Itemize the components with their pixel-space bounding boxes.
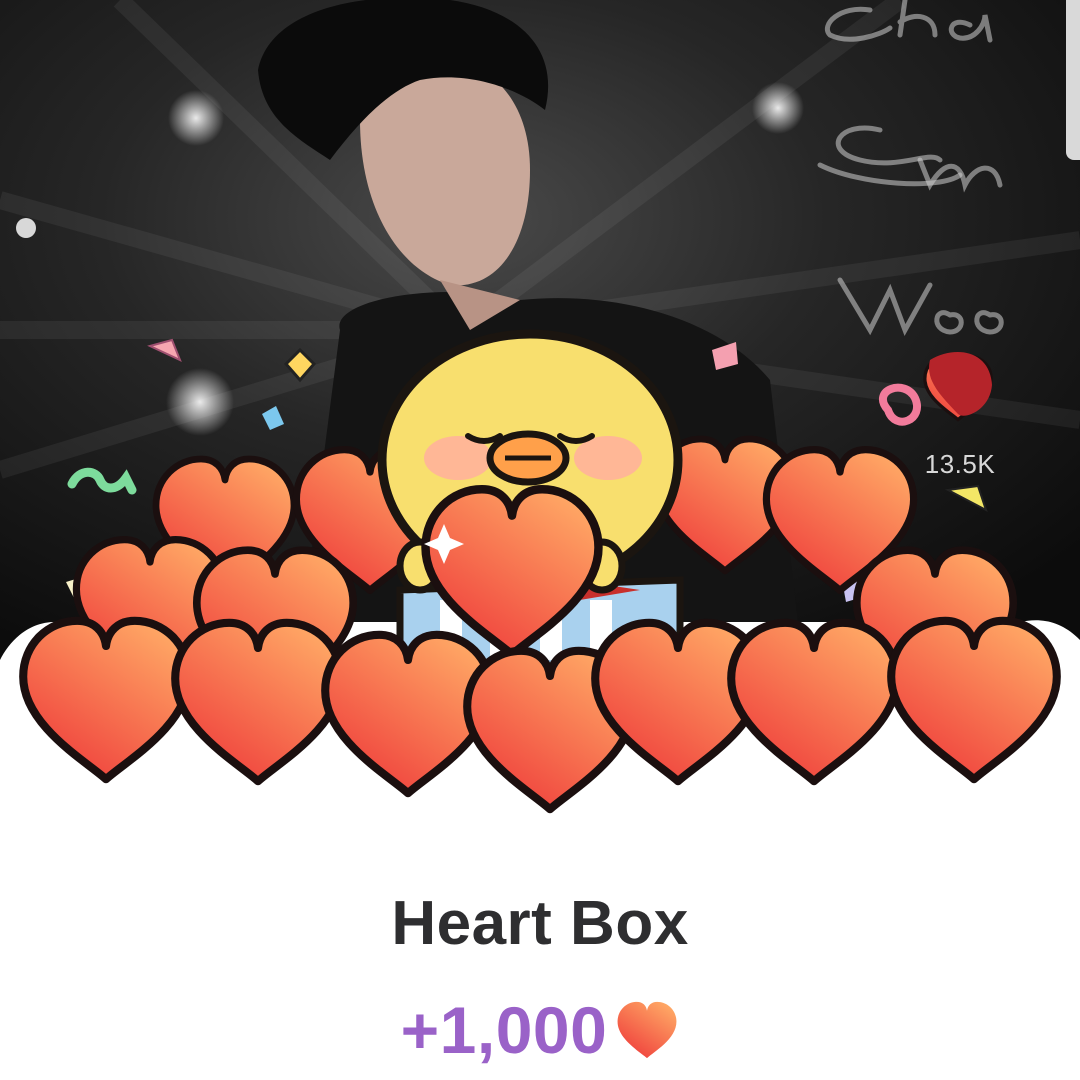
like-count: 13.5K	[925, 449, 996, 479]
heart-icon	[617, 1001, 677, 1059]
scrollbar-thumb[interactable]	[1066, 0, 1080, 160]
reward-amount: +1,000	[400, 993, 608, 1067]
reward-amount-row: +1,000	[0, 990, 1080, 1070]
reward-title: Heart Box	[391, 889, 689, 958]
chick-character	[377, 329, 684, 674]
